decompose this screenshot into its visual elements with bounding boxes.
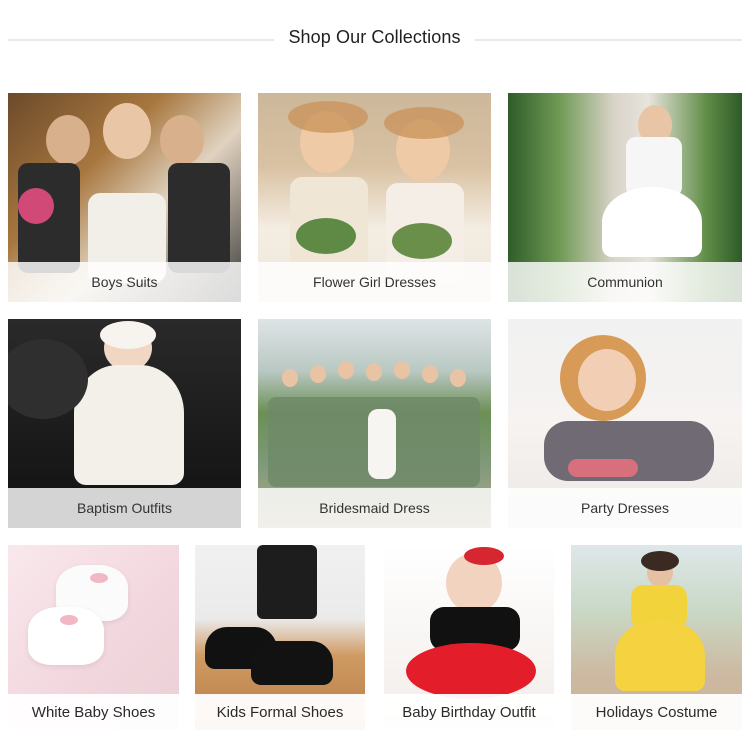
collection-label: White Baby Shoes: [31, 703, 156, 721]
collection-label-band: Baptism Outfits: [8, 488, 241, 528]
collection-card-bridesmaid-dress[interactable]: Bridesmaid Dress: [258, 319, 491, 528]
collection-label-band: White Baby Shoes: [8, 694, 179, 730]
divider-right: [475, 39, 742, 41]
collection-label: Baby Birthday Outfit: [402, 703, 536, 721]
collection-card-boys-suits[interactable]: Boys Suits: [8, 93, 241, 302]
collection-label-band: Communion: [508, 262, 742, 302]
section-title: Shop Our Collections: [288, 27, 461, 47]
collection-card-baptism-outfits[interactable]: Baptism Outfits: [8, 319, 241, 528]
collection-card-baby-birthday-outfit[interactable]: Baby Birthday Outfit: [384, 545, 554, 730]
collection-card-kids-formal-shoes[interactable]: Kids Formal Shoes: [195, 545, 365, 730]
collection-label-band: Bridesmaid Dress: [258, 488, 491, 528]
collection-label-band: Boys Suits: [8, 262, 241, 302]
collection-label: Party Dresses: [581, 500, 669, 516]
collection-card-communion[interactable]: Communion: [508, 93, 742, 302]
divider-left: [8, 39, 274, 41]
section-header: Shop Our Collections: [0, 22, 750, 58]
collection-card-party-dresses[interactable]: Party Dresses: [508, 319, 742, 528]
collection-label: Holidays Costume: [595, 703, 718, 721]
collection-label-band: Kids Formal Shoes: [195, 694, 365, 730]
collection-label: Communion: [587, 274, 663, 290]
collection-label: Bridesmaid Dress: [319, 500, 430, 516]
collection-label: Flower Girl Dresses: [313, 274, 436, 290]
collection-card-holidays-costume[interactable]: Holidays Costume: [571, 545, 742, 730]
collection-label: Kids Formal Shoes: [216, 703, 344, 721]
collection-card-white-baby-shoes[interactable]: White Baby Shoes: [8, 545, 179, 730]
collection-label-band: Flower Girl Dresses: [258, 262, 491, 302]
collection-label: Baptism Outfits: [77, 500, 172, 516]
collection-label: Boys Suits: [91, 274, 158, 290]
collection-label-band: Party Dresses: [508, 488, 742, 528]
collection-card-flower-girl-dresses[interactable]: Flower Girl Dresses: [258, 93, 491, 302]
collection-label-band: Holidays Costume: [571, 694, 742, 730]
collection-label-band: Baby Birthday Outfit: [384, 694, 554, 730]
